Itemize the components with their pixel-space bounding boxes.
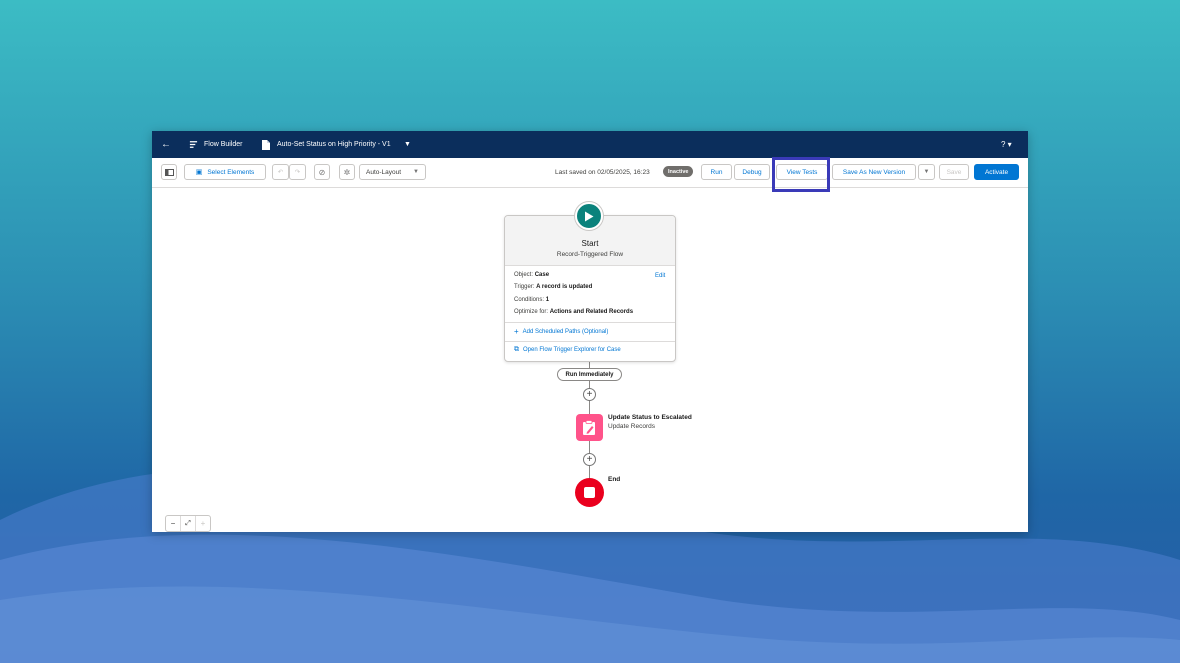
update-records-node[interactable]: [576, 414, 603, 441]
gear-icon: ✲: [343, 167, 351, 177]
save-as-new-version-button[interactable]: Save As New Version: [832, 164, 916, 180]
conditions-detail: Conditions: 1: [514, 297, 550, 303]
object-detail: Object: Case: [514, 272, 550, 278]
trigger-detail: Trigger: A record is updated: [514, 284, 593, 290]
start-subtitle: Record-Triggered Flow: [556, 251, 624, 258]
panel-icon: [164, 168, 174, 176]
layout-select-value: Auto-Layout: [366, 168, 402, 176]
fit-view-button[interactable]: ⤢: [181, 516, 196, 531]
start-node[interactable]: [575, 202, 603, 230]
update-element-subtitle: Update Records: [608, 423, 655, 430]
plus-icon: +: [200, 519, 206, 528]
undo-button[interactable]: ↶: [272, 164, 289, 180]
debug-button[interactable]: Debug: [734, 164, 770, 180]
select-elements-label: Select Elements: [207, 168, 255, 176]
edit-link[interactable]: Edit: [655, 273, 665, 279]
clipboard-edit-icon: [583, 419, 595, 435]
toolbar: ▣ Select Elements ↶ ↷ ⊘ ✲ Auto-Layout ▼ …: [152, 158, 1028, 188]
status-badge: Inactive: [663, 166, 694, 177]
chevron-down-icon[interactable]: ▼: [404, 131, 411, 158]
flow-canvas[interactable]: Start Record-Triggered Flow Object: Case…: [152, 188, 1028, 532]
zoom-out-button[interactable]: −: [166, 516, 181, 531]
undo-icon: ↶: [277, 169, 284, 176]
plus-icon: +: [586, 453, 593, 465]
card-divider: [505, 322, 675, 323]
save-options-button[interactable]: ▼: [918, 164, 935, 180]
circle-slash-icon: ⊘: [318, 167, 326, 177]
start-element-card[interactable]: Start Record-Triggered Flow Object: Case…: [504, 215, 676, 362]
update-element-title: Update Status to Escalated: [608, 414, 692, 421]
play-icon: [585, 211, 594, 221]
external-link-icon: ⧉: [514, 346, 519, 353]
card-divider: [505, 341, 675, 342]
start-title: Start: [581, 239, 599, 248]
plus-icon: +: [586, 388, 593, 400]
chevron-down-icon: ▼: [413, 169, 419, 175]
errors-button[interactable]: ⊘: [314, 164, 330, 180]
add-scheduled-paths-link[interactable]: + Add Scheduled Paths (Optional): [514, 327, 608, 336]
save-button[interactable]: Save: [939, 164, 969, 180]
add-element-button[interactable]: +: [583, 388, 596, 401]
flow-title: Auto-Set Status on High Priority - V1: [277, 141, 391, 148]
path-label-pill[interactable]: Run Immediately: [557, 368, 622, 381]
stop-icon: [584, 487, 595, 498]
plus-icon: +: [514, 327, 519, 336]
toggle-panel-button[interactable]: [161, 164, 177, 180]
last-saved-text: Last saved on 02/05/2025, 16:23: [555, 168, 650, 176]
redo-icon: ↷: [294, 169, 301, 176]
zoom-controls: − ⤢ +: [165, 515, 211, 532]
select-elements-button[interactable]: ▣ Select Elements: [184, 164, 266, 180]
app-header: ← Flow Builder Auto-Set Status on High P…: [152, 131, 1028, 158]
document-icon: [262, 131, 272, 158]
back-arrow-icon[interactable]: ←: [160, 131, 172, 158]
select-icon: ▣: [195, 169, 203, 176]
settings-button[interactable]: ✲: [339, 164, 355, 180]
minus-icon: −: [170, 519, 176, 528]
expand-icon: ⤢: [185, 519, 191, 527]
help-menu[interactable]: ? ▾: [1001, 131, 1012, 158]
add-element-button[interactable]: +: [583, 453, 596, 466]
app-label: Flow Builder: [204, 141, 243, 148]
layout-select[interactable]: Auto-Layout ▼: [359, 164, 426, 180]
flow-builder-icon: [188, 131, 198, 158]
optimize-detail: Optimize for: Actions and Related Record…: [514, 309, 634, 315]
end-label: End: [608, 476, 621, 483]
trigger-explorer-link[interactable]: ⧉ Open Flow Trigger Explorer for Case: [514, 346, 621, 354]
run-button[interactable]: Run: [701, 164, 732, 180]
zoom-in-button[interactable]: +: [196, 516, 210, 531]
view-tests-highlight: [772, 157, 830, 192]
chevron-down-icon: ▼: [923, 169, 930, 175]
end-node[interactable]: [575, 478, 604, 507]
redo-button[interactable]: ↷: [289, 164, 306, 180]
flow-builder-window: ← Flow Builder Auto-Set Status on High P…: [152, 131, 1028, 532]
activate-button[interactable]: Activate: [974, 164, 1019, 180]
